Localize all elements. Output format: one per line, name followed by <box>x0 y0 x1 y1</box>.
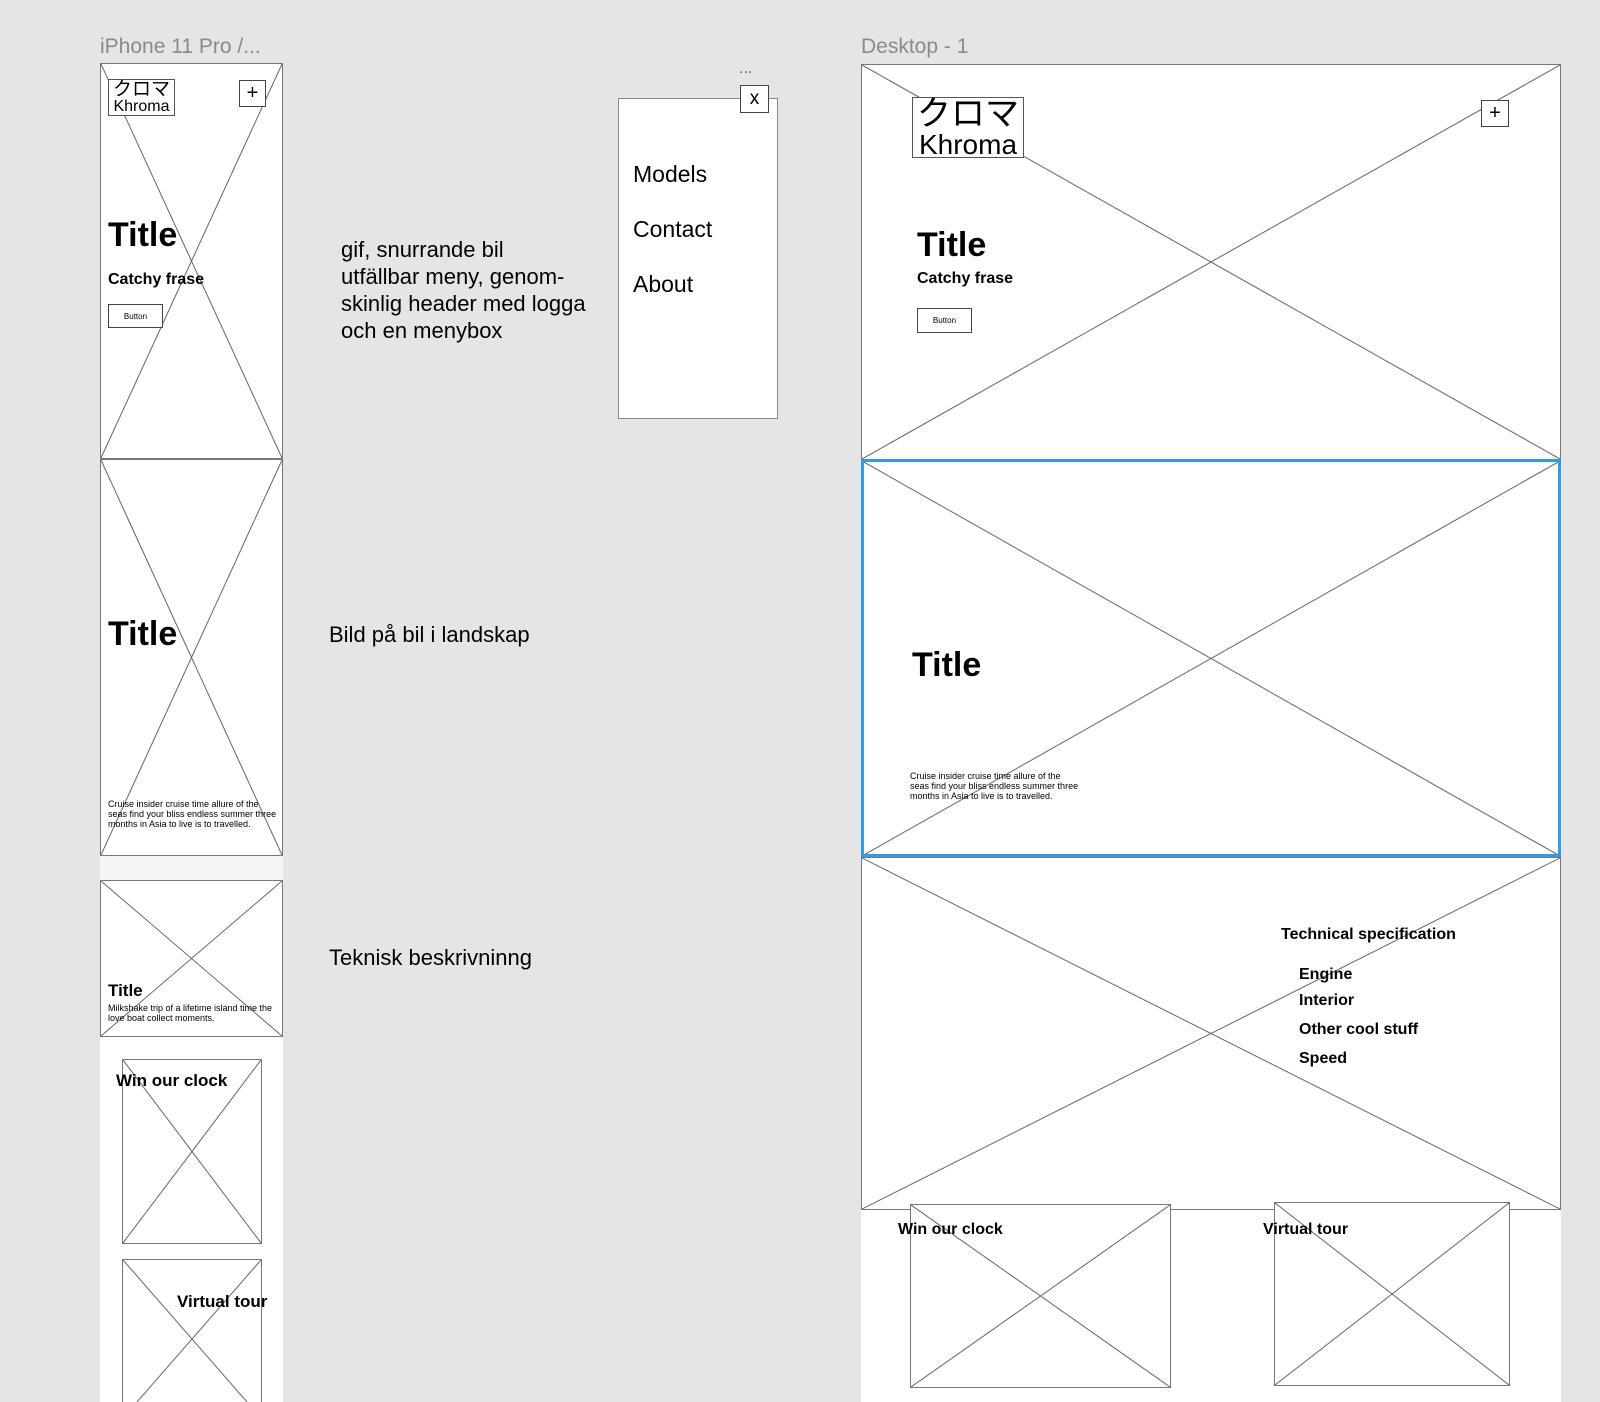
menu-close-button[interactable]: x <box>740 85 769 113</box>
desktop-frame[interactable]: クロマ Khroma + Title Catchy frase Button T… <box>861 64 1561 1402</box>
logo-japanese: クロマ <box>112 79 170 100</box>
logo-latin: Khroma <box>918 128 1018 160</box>
desktop-tech-image-placeholder <box>861 857 1561 1210</box>
tech-spec-interior: Interior <box>1299 992 1355 1009</box>
tech-spec-engine: Engine <box>1299 966 1353 983</box>
tech-spec-heading: Technical specification <box>1281 926 1456 943</box>
desktop-hero-title: Title <box>917 226 987 264</box>
tech-spec-other: Other cool stuff <box>1299 1021 1419 1038</box>
iphone-frame-label[interactable]: iPhone 11 Pro /... <box>100 35 261 59</box>
iphone-frame[interactable]: クロマ Khroma + Title Catchy frase Button T… <box>100 63 283 1402</box>
mobile-section-gap <box>100 856 283 880</box>
mobile-hero-button[interactable]: Button <box>108 304 163 328</box>
mobile-tour-card-label: Virtual tour <box>177 1292 268 1311</box>
mobile-tour-card-placeholder[interactable] <box>122 1259 262 1402</box>
menu-panel <box>618 98 778 419</box>
mobile-landscape-body: Cruise insider cruise time allure of the… <box>108 799 277 829</box>
mobile-hero-tagline: Catchy frase <box>108 271 205 288</box>
desktop-clock-card-label: Win our clock <box>898 1221 1003 1238</box>
mobile-menu-plus-button[interactable]: + <box>239 80 266 107</box>
desktop-hero-tagline: Catchy frase <box>917 270 1014 287</box>
menu-frame-dots[interactable]: ... <box>739 60 752 78</box>
tech-spec-speed: Speed <box>1299 1050 1348 1067</box>
note-hero-line-1: gif, snurrande bil <box>341 237 504 262</box>
mobile-hero-image-placeholder <box>100 63 283 459</box>
mobile-clock-card-label: Win our clock <box>116 1071 228 1090</box>
desktop-tour-card-label: Virtual tour <box>1263 1221 1349 1238</box>
desktop-logo[interactable]: クロマ Khroma <box>912 97 1024 158</box>
note-hero-line-3: skinlig header med logga <box>341 291 586 316</box>
desktop-frame-label[interactable]: Desktop - 1 <box>861 35 968 59</box>
logo-latin: Khroma <box>113 98 170 115</box>
note-tech: Teknisk beskrivninng <box>329 945 532 970</box>
menu-item-models[interactable]: Models <box>633 161 707 188</box>
mobile-tech-title: Title <box>108 981 143 1000</box>
menu-item-about[interactable]: About <box>633 271 693 298</box>
mobile-landscape-title: Title <box>108 615 178 653</box>
menu-item-contact[interactable]: Contact <box>633 216 712 243</box>
mobile-landscape-image-placeholder <box>100 459 283 856</box>
mobile-logo[interactable]: クロマ Khroma <box>108 79 175 116</box>
logo-japanese: クロマ <box>917 94 1019 133</box>
note-hero-line-4: och en menybox <box>341 318 503 343</box>
note-landscape: Bild på bil i landskap <box>329 622 530 647</box>
selection-outline[interactable] <box>861 459 1561 857</box>
note-hero-line-2: utfällbar meny, genom- <box>341 264 565 289</box>
note-hero: gif, snurrande bil utfällbar meny, genom… <box>341 236 586 344</box>
mobile-hero-title: Title <box>108 216 178 254</box>
desktop-menu-plus-button[interactable]: + <box>1481 100 1509 127</box>
mobile-tech-body: Milkshake trip of a lifetime island time… <box>108 1003 273 1023</box>
desktop-hero-button[interactable]: Button <box>917 308 972 333</box>
